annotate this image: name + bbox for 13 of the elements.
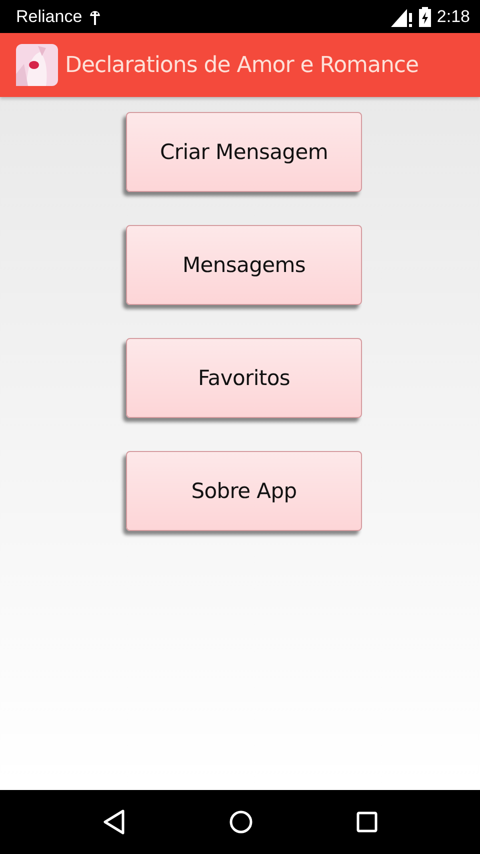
menu-button[interactable]: Sobre App — [126, 451, 362, 531]
clock-time: 2:18 — [436, 6, 470, 26]
app-icon — [16, 44, 58, 86]
recents-icon[interactable] — [356, 811, 378, 833]
battery-icon — [418, 6, 431, 26]
menu-button[interactable]: Favoritos — [126, 338, 362, 418]
home-icon[interactable] — [228, 810, 253, 834]
menu-button[interactable]: Mensagems — [126, 225, 362, 305]
back-icon[interactable] — [102, 809, 126, 835]
menu-button[interactable]: Criar Mensagem — [126, 112, 362, 192]
carrier-name: Reliance — [16, 6, 82, 26]
signal-icon — [390, 6, 413, 26]
app-title: Declarations de Amor e Romance — [65, 52, 419, 78]
